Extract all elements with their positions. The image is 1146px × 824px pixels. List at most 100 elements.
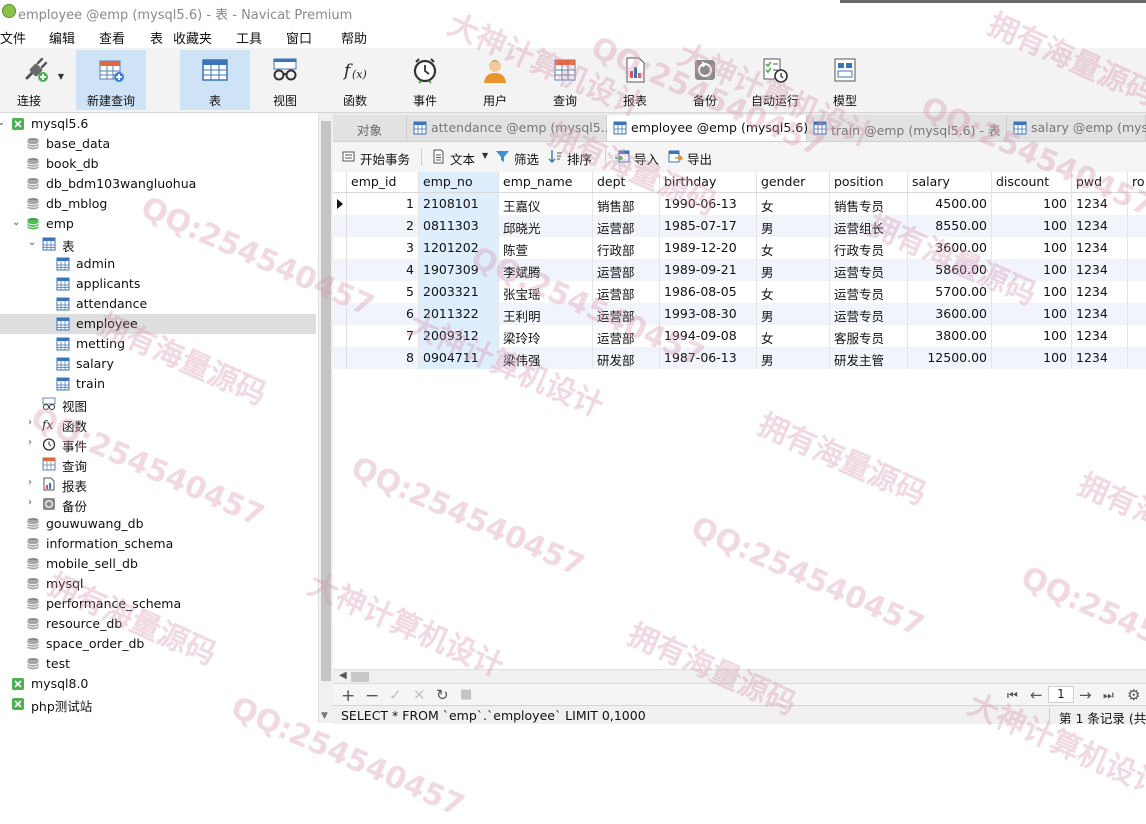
tree-item-emp[interactable]: ⌄ emp — [0, 214, 316, 234]
cell-emp_no[interactable]: 2009312 — [419, 325, 499, 347]
menu-help[interactable]: 帮助 — [341, 28, 367, 47]
previous-page-icon[interactable]: ← — [1030, 686, 1043, 704]
cell-dept[interactable]: 研发部 — [593, 347, 660, 369]
cell-emp_name[interactable]: 邱晓光 — [499, 215, 593, 237]
cell-discount[interactable]: 100 — [992, 193, 1072, 215]
cell-discount[interactable]: 100 — [992, 215, 1072, 237]
menu-favorites[interactable]: 收藏夹 — [173, 28, 212, 47]
view-button[interactable]: 视图 — [252, 50, 318, 110]
cell-discount[interactable]: 100 — [992, 237, 1072, 259]
tree-item-事件[interactable]: › 事件 — [0, 434, 316, 454]
table-row[interactable]: 2 0811303 邱晓光 运营部 1985-07-17 男运营组长 8550.00 100 1… — [333, 215, 1146, 237]
sidebar-scroll-thumb[interactable] — [321, 121, 331, 681]
row-selector[interactable] — [333, 347, 347, 369]
cell-dept[interactable]: 运营部 — [593, 303, 660, 325]
cell-position[interactable]: 运营专员 — [830, 303, 908, 325]
column-header-ro[interactable]: ro — [1128, 172, 1146, 192]
expand-chevron-icon[interactable]: › — [28, 477, 32, 488]
cell-birthday[interactable]: 1986-08-05 — [660, 281, 757, 303]
cell-birthday[interactable]: 1994-09-08 — [660, 325, 757, 347]
filter-button[interactable]: 筛选 — [495, 148, 543, 167]
cell-emp_id[interactable]: 8 — [347, 347, 419, 369]
table-button[interactable]: 表 — [180, 50, 250, 110]
column-header-pwd[interactable]: pwd — [1072, 172, 1128, 192]
refresh-icon[interactable]: ↻ — [436, 686, 449, 704]
cell-salary[interactable]: 5700.00 — [908, 281, 992, 303]
expand-chevron-icon[interactable]: › — [28, 497, 32, 508]
cell-emp_no[interactable]: 1907309 — [419, 259, 499, 281]
tree-item-函数[interactable]: › fx 函数 — [0, 414, 316, 434]
function-button[interactable]: f (x) 函数 — [322, 50, 388, 110]
cell-emp_name[interactable]: 张宝瑶 — [499, 281, 593, 303]
cell-emp_no[interactable]: 0811303 — [419, 215, 499, 237]
tree-item-备份[interactable]: › 备份 — [0, 494, 316, 514]
cell-pwd[interactable]: 1234 — [1072, 259, 1128, 281]
tree-item-metting[interactable]: metting — [0, 334, 316, 354]
tree-item-employee[interactable]: employee — [0, 314, 316, 334]
tree-item-mysql8-0[interactable]: mysql8.0 — [0, 674, 316, 694]
cell-pwd[interactable]: 1234 — [1072, 215, 1128, 237]
column-header-emp_id[interactable]: emp_id — [347, 172, 419, 192]
add-record-icon[interactable]: + — [341, 686, 355, 706]
backup-button[interactable]: 备份 — [672, 50, 738, 110]
column-header-position[interactable]: position — [830, 172, 908, 192]
tab-attendance[interactable]: attendance @emp (mysql5.... — [407, 115, 617, 141]
cell-dept[interactable]: 运营部 — [593, 215, 660, 237]
sidebar-scroll-down-icon[interactable]: ▼ — [321, 711, 328, 721]
cell-position[interactable]: 研发主管 — [830, 347, 908, 369]
tree-item-applicants[interactable]: applicants — [0, 274, 316, 294]
sort-button[interactable]: 排序 — [548, 148, 596, 167]
tree-item-performance_schema[interactable]: performance_schema — [0, 594, 316, 614]
cell-discount[interactable]: 100 — [992, 347, 1072, 369]
column-header-dept[interactable]: dept — [593, 172, 660, 192]
tree-item-space_order_db[interactable]: space_order_db — [0, 634, 316, 654]
cell-discount[interactable]: 100 — [992, 303, 1072, 325]
row-selector[interactable] — [333, 303, 347, 325]
delete-record-icon[interactable]: − — [365, 686, 379, 706]
page-number-input[interactable]: 1 — [1048, 686, 1074, 703]
expand-chevron-icon[interactable]: › — [28, 437, 32, 448]
tree-item-admin[interactable]: admin — [0, 254, 316, 274]
begin-transaction-button[interactable]: 开始事务 — [341, 148, 413, 167]
cell-gender[interactable]: 男 — [757, 259, 830, 281]
cell-pwd[interactable]: 1234 — [1072, 347, 1128, 369]
cell-position[interactable]: 行政专员 — [830, 237, 908, 259]
import-button[interactable]: 导入 — [615, 148, 663, 167]
cell-emp_id[interactable]: 3 — [347, 237, 419, 259]
cell-gender[interactable]: 女 — [757, 237, 830, 259]
cell-birthday[interactable]: 1989-09-21 — [660, 259, 757, 281]
cell-gender[interactable]: 男 — [757, 303, 830, 325]
collapse-chevron-icon[interactable]: ⌄ — [28, 237, 36, 248]
table-row[interactable]: 6 2011322 王利明 运营部 1993-08-30 男运营专员 3600.00 100 1… — [333, 303, 1146, 325]
cell-emp_id[interactable]: 5 — [347, 281, 419, 303]
user-button[interactable]: 用户 — [462, 50, 528, 110]
cell-dept[interactable]: 运营部 — [593, 325, 660, 347]
menu-file[interactable]: 文件 — [0, 28, 26, 47]
column-header-gender[interactable]: gender — [757, 172, 830, 192]
cell-salary[interactable]: 3600.00 — [908, 303, 992, 325]
cell-birthday[interactable]: 1993-08-30 — [660, 303, 757, 325]
tree-item-报表[interactable]: › 报表 — [0, 474, 316, 494]
cell-birthday[interactable]: 1987-06-13 — [660, 347, 757, 369]
cell-gender[interactable]: 女 — [757, 325, 830, 347]
cell-emp_id[interactable]: 2 — [347, 215, 419, 237]
cell-salary[interactable]: 12500.00 — [908, 347, 992, 369]
cell-discount[interactable]: 100 — [992, 325, 1072, 347]
cell-emp_name[interactable]: 梁伟强 — [499, 347, 593, 369]
cell-pwd[interactable]: 1234 — [1072, 325, 1128, 347]
tree-item-gouwuwang_db[interactable]: gouwuwang_db — [0, 514, 316, 534]
row-selector[interactable] — [333, 215, 347, 237]
cell-emp_no[interactable]: 2003321 — [419, 281, 499, 303]
tab-train[interactable]: train @emp (mysql5.6) - 表 — [807, 115, 1007, 141]
collapse-chevron-icon[interactable]: ⌄ — [12, 217, 20, 228]
tree-item-train[interactable]: train — [0, 374, 316, 394]
expand-chevron-icon[interactable]: › — [28, 417, 32, 428]
cell-salary[interactable]: 3800.00 — [908, 325, 992, 347]
table-row[interactable]: 7 2009312 梁玲玲 运营部 1994-09-08 女客服专员 3800.00 100 1… — [333, 325, 1146, 347]
column-header-salary[interactable]: salary — [908, 172, 992, 192]
tree-item-salary[interactable]: salary — [0, 354, 316, 374]
row-selector[interactable] — [333, 259, 347, 281]
table-row[interactable]: 4 1907309 李斌腾 运营部 1989-09-21 男运营专员 5860.00 100 1… — [333, 259, 1146, 281]
cell-position[interactable]: 运营专员 — [830, 259, 908, 281]
cell-gender[interactable]: 男 — [757, 347, 830, 369]
